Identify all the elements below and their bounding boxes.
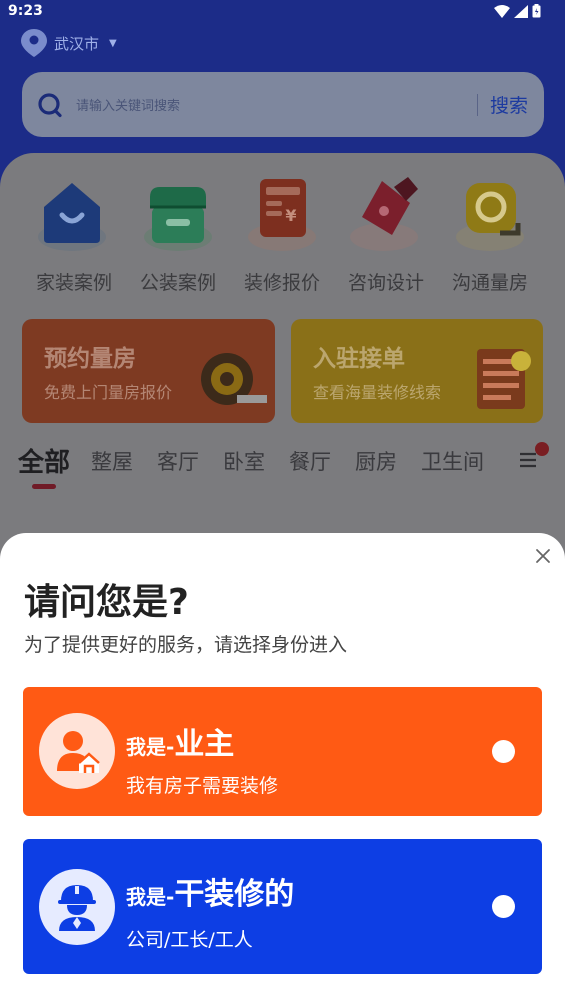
promo-title: 入驻接单	[313, 346, 405, 372]
dialog-title: 请问您是?	[24, 582, 189, 623]
category-design-consult[interactable]: 咨询设计	[334, 173, 438, 295]
dialog-subtitle: 为了提供更好的服务，请选择身份进入	[24, 634, 348, 656]
wifi-icon	[494, 4, 510, 18]
design-pen-icon	[350, 177, 418, 251]
order-list-icon	[477, 349, 531, 409]
promo-title: 预约量房	[44, 346, 136, 372]
identity-dialog: 请问您是? 为了提供更好的服务，请选择身份进入 我是-业主 我有房子需要装修 我…	[0, 533, 565, 1004]
location-city: 武汉市	[54, 34, 100, 53]
role-radio[interactable]	[492, 740, 515, 763]
search-input[interactable]: 请输入关键词搜索	[76, 95, 477, 114]
tab-bathroom[interactable]: 卫生间	[421, 446, 484, 476]
category-measure-house[interactable]: 沟通量房	[438, 173, 542, 295]
role-title: 我是-干装修的	[126, 869, 294, 913]
promo-join-orders[interactable]: 入驻接单 查看海量装修线索	[291, 319, 543, 423]
tab-living-room[interactable]: 客厅	[157, 446, 199, 476]
status-bar: 9:23	[0, 0, 565, 24]
close-icon[interactable]	[534, 547, 552, 565]
promo-subtitle: 免费上门量房报价	[44, 383, 173, 402]
tab-all[interactable]: 全部	[18, 442, 70, 479]
role-description: 我有房子需要装修	[126, 775, 279, 797]
role-description: 公司/工长/工人	[126, 929, 253, 951]
status-icons	[494, 4, 541, 18]
house-icon	[38, 183, 106, 251]
category-label: 家装案例	[35, 272, 112, 294]
category-label: 公装案例	[139, 272, 216, 294]
role-title: 我是-业主	[126, 719, 234, 763]
category-label: 装修报价	[243, 272, 320, 294]
search-button[interactable]: 搜索	[478, 91, 544, 118]
caret-down-icon: ▼	[109, 37, 117, 49]
category-label: 咨询设计	[347, 272, 424, 294]
search-bar[interactable]: 请输入关键词搜索 搜索	[22, 72, 544, 137]
role-contractor-option[interactable]: 我是-干装修的 公司/工长/工人	[23, 839, 542, 974]
tab-bedroom[interactable]: 卧室	[223, 446, 265, 476]
tab-kitchen[interactable]: 厨房	[355, 446, 397, 476]
role-name: 干装修的	[174, 877, 295, 912]
tape-measure-icon	[201, 353, 267, 405]
svg-text:¥: ¥	[285, 206, 296, 225]
status-time: 9:23	[8, 3, 43, 19]
notification-dot	[535, 442, 549, 456]
role-prefix: 我是-	[126, 885, 175, 909]
battery-icon	[532, 4, 541, 18]
homeowner-avatar	[39, 713, 115, 789]
location-pin-icon	[21, 29, 47, 57]
search-icon	[38, 92, 62, 117]
role-radio[interactable]	[492, 895, 515, 918]
homeowner-icon	[57, 731, 100, 773]
tab-whole-house[interactable]: 整屋	[91, 446, 133, 476]
category-home-cases[interactable]: 家装案例	[22, 173, 126, 295]
promo-subtitle: 查看海量装修线索	[313, 383, 442, 402]
role-name: 业主	[174, 727, 235, 762]
tab-dining-room[interactable]: 餐厅	[289, 446, 331, 476]
signal-icon	[514, 4, 528, 18]
category-grid: 家装案例 公装案例 ¥ 装修报价 咨询设计 沟通量房	[0, 173, 565, 295]
room-tabs: 全部 整屋 客厅 卧室 餐厅 厨房 卫生间	[18, 438, 558, 494]
location-selector[interactable]: 武汉市 ▼	[20, 28, 117, 58]
category-renovation-quote[interactable]: ¥ 装修报价	[230, 173, 334, 295]
tape-measure-icon	[456, 183, 524, 251]
contractor-avatar	[39, 869, 115, 945]
role-owner-option[interactable]: 我是-业主 我有房子需要装修	[23, 687, 542, 816]
category-commercial-cases[interactable]: 公装案例	[126, 173, 230, 295]
hardhat-worker-icon	[58, 885, 96, 931]
quote-calculator-icon: ¥	[248, 179, 316, 251]
active-tab-indicator	[32, 484, 56, 489]
shop-icon	[144, 187, 212, 251]
category-label: 沟通量房	[451, 272, 528, 294]
promo-book-measurement[interactable]: 预约量房 免费上门量房报价	[22, 319, 275, 423]
role-prefix: 我是-	[126, 735, 175, 759]
